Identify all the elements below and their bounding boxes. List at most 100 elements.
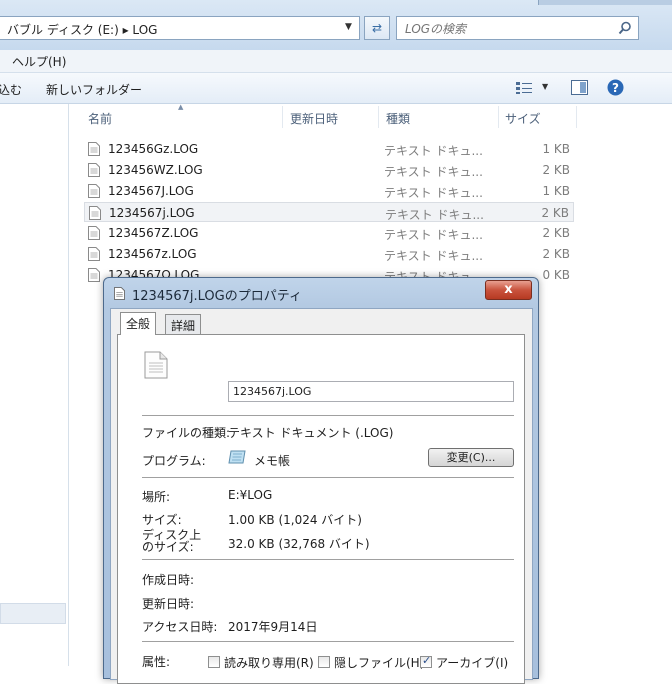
label-size-on-disk-line2: のサイズ: <box>142 540 194 554</box>
file-name: 123456WZ.LOG <box>108 163 203 177</box>
menu-help[interactable]: ヘルプ(H) <box>12 53 66 70</box>
close-button[interactable]: x <box>485 280 532 300</box>
preview-pane-icon[interactable] <box>571 80 588 95</box>
column-header-size[interactable]: サイズ <box>505 110 541 128</box>
label-program: プログラム: <box>142 454 206 468</box>
view-options-icon[interactable] <box>516 82 532 94</box>
search-input[interactable] <box>403 19 612 39</box>
file-type: テキスト ドキュ... <box>384 144 483 158</box>
value-program: メモ帳 <box>254 454 291 468</box>
column-divider[interactable] <box>378 106 379 128</box>
file-type: テキスト ドキュ... <box>384 186 483 200</box>
label-size: サイズ: <box>142 513 182 527</box>
tab-details[interactable]: 詳細 <box>165 314 202 334</box>
column-divider[interactable] <box>576 106 577 128</box>
file-name: 1234567j.LOG <box>109 206 195 220</box>
sort-ascending-icon: ▲ <box>178 103 184 111</box>
file-row[interactable]: 1234567Z.LOG テキスト ドキュ... 2 KB <box>84 223 574 243</box>
file-size: 0 KB <box>542 268 570 282</box>
value-file-type: テキスト ドキュメント (.LOG) <box>228 426 394 440</box>
file-row-selected[interactable]: 1234567j.LOG テキスト ドキュ... 2 KB <box>84 202 574 222</box>
file-row[interactable]: 1234567z.LOG テキスト ドキュ... 2 KB <box>84 244 574 264</box>
toolbar: 込む 新しいフォルダー ▼ ? <box>0 73 672 104</box>
file-name: 1234567J.LOG <box>108 184 194 198</box>
label-created: 作成日時: <box>142 573 195 587</box>
notepad-icon <box>228 450 246 464</box>
text-file-icon <box>88 268 100 282</box>
refresh-icon: ⇄ <box>371 21 383 35</box>
archive-label[interactable]: アーカイブ(I) <box>436 654 508 671</box>
column-header-date[interactable]: 更新日時 <box>290 110 338 128</box>
label-accessed: アクセス日時: <box>142 620 218 634</box>
label-attributes: 属性: <box>142 655 171 669</box>
change-program-button[interactable]: 変更(C)... <box>428 448 514 467</box>
refresh-button[interactable]: ⇄ <box>364 16 390 40</box>
search-icon[interactable] <box>618 21 632 35</box>
file-type: テキスト ドキュ... <box>385 208 484 222</box>
divider <box>142 415 514 416</box>
divider <box>142 559 514 560</box>
file-name-field[interactable] <box>228 381 514 402</box>
file-row[interactable]: 1234567J.LOG テキスト ドキュ... 1 KB <box>84 181 574 201</box>
file-row[interactable]: 123456Gz.LOG テキスト ドキュ... 1 KB <box>84 139 574 159</box>
window-control-edge <box>538 0 672 5</box>
navigation-pane[interactable] <box>0 104 69 666</box>
address-dropdown-icon[interactable]: ▼ <box>345 22 352 32</box>
archive-checkbox[interactable] <box>420 654 432 668</box>
view-dropdown-icon[interactable]: ▼ <box>542 82 548 91</box>
value-location: E:¥LOG <box>228 488 273 502</box>
text-file-icon <box>88 163 100 177</box>
text-file-icon <box>88 226 100 240</box>
value-size: 1.00 KB (1,024 バイト) <box>228 513 362 527</box>
file-type: テキスト ドキュ... <box>384 165 483 179</box>
file-name: 1234567Z.LOG <box>108 226 199 240</box>
dialog-body: 全般 詳細 ファイルの種類: テキスト ドキュメント (.LOG) プログラム:… <box>110 308 533 684</box>
menu-bar: ヘルプ(H) <box>0 50 672 73</box>
new-folder-button[interactable]: 新しいフォルダー <box>46 81 142 98</box>
tab-general[interactable]: 全般 <box>120 312 157 335</box>
column-header-type[interactable]: 種類 <box>386 110 410 128</box>
label-location: 場所: <box>142 490 171 504</box>
hidden-checkbox[interactable] <box>318 656 330 668</box>
readonly-checkbox[interactable] <box>208 656 220 668</box>
navigation-selected-item[interactable] <box>0 603 66 624</box>
file-size: 1 KB <box>542 184 570 198</box>
file-size: 2 KB <box>541 206 569 220</box>
file-name: 1234567z.LOG <box>108 247 197 261</box>
properties-dialog: 1234567j.LOGのプロパティ x 全般 詳細 ファイルの種類: テキスト… <box>103 277 539 684</box>
text-file-icon <box>144 351 168 379</box>
hidden-label[interactable]: 隠しファイル(H) <box>334 654 424 671</box>
readonly-label[interactable]: 読み取り専用(R) <box>224 654 314 671</box>
column-divider[interactable] <box>282 106 283 128</box>
search-box[interactable] <box>396 16 639 40</box>
address-field[interactable]: バブル ディスク (E:) ▸ LOG ▼ <box>0 16 360 40</box>
general-tab-panel: ファイルの種類: テキスト ドキュメント (.LOG) プログラム: メモ帳 変… <box>117 334 525 684</box>
file-size: 1 KB <box>542 142 570 156</box>
help-icon[interactable]: ? <box>607 79 624 96</box>
value-accessed: 2017年9月14日 <box>228 620 318 634</box>
divider <box>142 477 514 478</box>
file-size: 2 KB <box>542 247 570 261</box>
label-file-type: ファイルの種類: <box>142 426 231 440</box>
value-size-on-disk: 32.0 KB (32,768 バイト) <box>228 537 370 551</box>
file-size: 2 KB <box>542 226 570 240</box>
column-header-name[interactable]: 名前 <box>88 110 112 128</box>
address-path: バブル ディスク (E:) ▸ LOG <box>7 23 158 37</box>
text-file-icon <box>88 247 100 261</box>
file-name: 123456Gz.LOG <box>108 142 199 156</box>
file-row[interactable]: 123456WZ.LOG テキスト ドキュ... 2 KB <box>84 160 574 180</box>
dialog-title: 1234567j.LOGのプロパティ <box>132 289 302 304</box>
text-file-icon <box>88 142 100 156</box>
text-file-icon <box>89 206 101 220</box>
column-divider[interactable] <box>498 106 499 128</box>
toolbar-partial-button[interactable]: 込む <box>0 81 22 98</box>
close-icon: x <box>504 282 513 297</box>
file-size: 2 KB <box>542 163 570 177</box>
text-file-icon <box>114 287 125 300</box>
file-type: テキスト ドキュ... <box>384 228 483 242</box>
label-modified: 更新日時: <box>142 597 195 611</box>
divider <box>142 641 514 642</box>
address-bar-area: バブル ディスク (E:) ▸ LOG ▼ ⇄ <box>0 0 672 51</box>
text-file-icon <box>88 184 100 198</box>
file-type: テキスト ドキュ... <box>384 249 483 263</box>
